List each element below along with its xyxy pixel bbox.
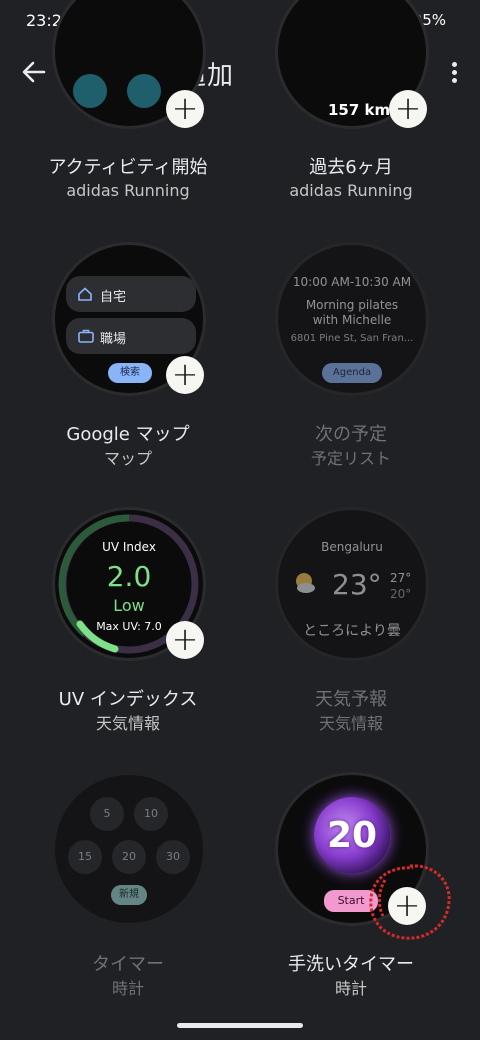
tile-subtitle: マップ <box>103 449 152 468</box>
timer-preset: 20 <box>112 840 146 874</box>
tile-subtitle: 天気情報 <box>95 714 160 733</box>
event-title: Morning pilates <box>305 298 399 312</box>
timer-preset: 15 <box>68 840 102 874</box>
home-icon <box>78 287 92 301</box>
uv-level: Low <box>113 596 145 615</box>
gesture-handle[interactable] <box>177 1023 303 1028</box>
timer-preset: 5 <box>90 797 124 831</box>
tile-name: 次の予定 <box>315 424 387 445</box>
tile-subtitle: adidas Running <box>66 181 190 200</box>
tile-preview: Bengaluru 23° 27° 20° ところにより曇 <box>275 507 429 661</box>
add-tile-button[interactable]: + <box>166 356 204 394</box>
tile-subtitle: 天気情報 <box>318 714 383 733</box>
tile-name: 手洗いタイマー <box>288 954 414 975</box>
home-shortcut: 自宅 <box>66 276 196 312</box>
tile-subtitle: adidas Running <box>289 181 413 200</box>
tile-name: 天気予報 <box>315 689 387 710</box>
timer-preset: 30 <box>156 840 190 874</box>
tile-name: UV インデックス <box>58 689 198 710</box>
weather-city: Bengaluru <box>321 540 383 554</box>
weather-condition: ところにより曇 <box>303 623 401 639</box>
work-label: 職場 <box>100 332 127 347</box>
add-tile-button[interactable]: + <box>389 90 427 128</box>
weather-high: 27° <box>390 571 412 585</box>
tile-preview: 10:00 AM-10:30 AM Morning pilates with M… <box>275 242 429 396</box>
tile-preview: 5 10 15 20 30 新規 <box>52 772 206 926</box>
briefcase-icon <box>78 329 94 343</box>
event-time: 10:00 AM-10:30 AM <box>292 275 412 289</box>
tile-subtitle: 時計 <box>334 979 367 998</box>
timer-preset: 10 <box>134 797 168 831</box>
agenda-chip: Agenda <box>322 363 382 383</box>
new-timer-chip: 新規 <box>111 885 147 905</box>
distance-value: 157 km <box>328 101 391 119</box>
activity-dot <box>73 74 107 108</box>
tile-name: 過去6ヶ月 <box>309 157 393 178</box>
tile-name: タイマー <box>92 954 164 975</box>
handwash-count: 20 <box>326 815 378 856</box>
weather-temp: 23° <box>332 568 382 601</box>
home-label: 自宅 <box>100 290 127 305</box>
tile-name: Google マップ <box>66 424 190 445</box>
partly-cloudy-icon <box>296 573 315 593</box>
tile-name: アクティビティ開始 <box>48 157 208 178</box>
uv-value: 2.0 <box>106 560 152 593</box>
activity-dot <box>127 74 161 108</box>
add-tile-button[interactable]: + <box>166 90 204 128</box>
work-shortcut: 職場 <box>66 318 196 354</box>
add-tile-button[interactable]: + <box>388 887 426 925</box>
search-chip: 検索 <box>108 363 152 383</box>
event-title-line2: with Michelle <box>312 313 392 327</box>
more-options-icon[interactable] <box>444 62 464 86</box>
weather-low: 20° <box>390 587 412 601</box>
tile-subtitle: 時計 <box>111 979 144 998</box>
back-arrow-icon[interactable] <box>20 58 48 86</box>
add-tile-button[interactable]: + <box>166 621 204 659</box>
tile-subtitle: 予定リスト <box>310 449 391 468</box>
event-address: 6801 Pine St, San Fran... <box>290 333 414 344</box>
uv-label: UV Index <box>102 540 156 554</box>
